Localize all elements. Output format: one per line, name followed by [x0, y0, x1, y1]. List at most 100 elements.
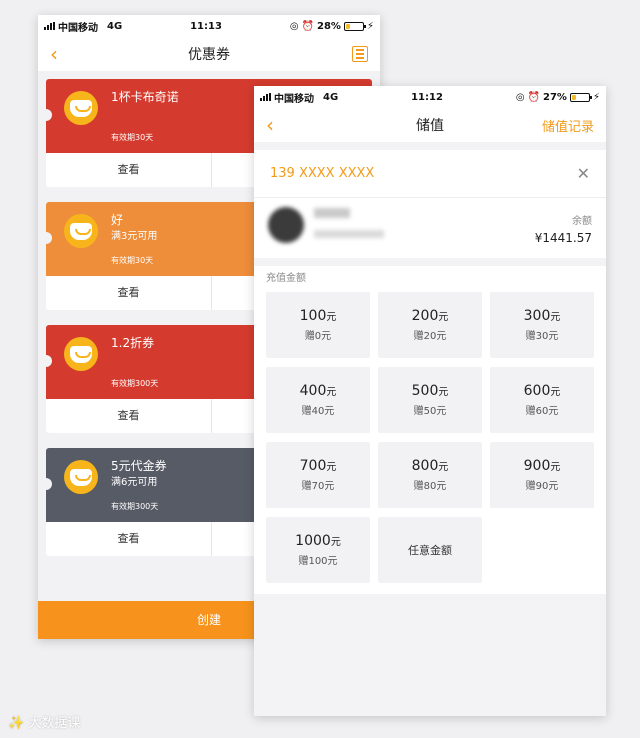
- amount-value: 700元: [300, 458, 337, 474]
- amount-option[interactable]: 200元 赠20元: [378, 292, 482, 358]
- coupon-notch: [40, 478, 52, 490]
- amount-number: 1000: [295, 533, 331, 549]
- topup-record-link[interactable]: 储值记录: [542, 116, 594, 135]
- amount-option[interactable]: 600元赠60元: [490, 367, 594, 433]
- amount-value: 900元: [524, 458, 561, 474]
- blurred-name: [314, 208, 350, 218]
- gift-amount: 赠0元: [304, 331, 332, 342]
- custom-amount-label: 任意金额: [408, 544, 452, 557]
- alarm-icon: ⏰: [301, 20, 315, 32]
- amount-number: 700: [299, 458, 327, 474]
- watermark-logo-icon: ✨: [8, 716, 25, 731]
- view-button[interactable]: 查看: [46, 276, 212, 310]
- coupon-navbar: ‹ 优惠券: [38, 37, 380, 71]
- smiley-icon: [64, 337, 98, 371]
- watermark: ✨ 大数据课: [8, 712, 80, 731]
- status-bar: 中国移动 4G 11:13 ◎ ⏰ 28% ⚡: [38, 15, 380, 37]
- signal-icon: [44, 22, 55, 30]
- amount-option[interactable]: 300元赠30元: [490, 292, 594, 358]
- coupon-validity: 有效期30天: [111, 256, 154, 265]
- gift-amount: 赠70元: [301, 481, 335, 492]
- status-time: 11:13: [190, 20, 222, 32]
- amount-number: 400: [299, 383, 327, 399]
- battery-icon: [569, 92, 592, 102]
- signal-icon: [260, 93, 271, 101]
- amount-label: 充值金额: [266, 273, 306, 284]
- amount-value: 300元: [524, 308, 561, 324]
- topup-screen: 中国移动 4G 11:12 ◎ ⏰ 27% ⚡ ‹ 储值 储值记录 139 XX…: [254, 86, 606, 716]
- coupon-notch: [40, 109, 52, 121]
- gift-amount: 赠40元: [301, 406, 335, 417]
- smiley-icon: [64, 214, 98, 248]
- amount-value: 500元: [412, 383, 449, 399]
- smiley-icon: [64, 460, 98, 494]
- amount-grid: 100元 赠0元 200元 赠20元 300元 赠30元 400元 赠40元 500元 赠50元 6…: [266, 292, 594, 583]
- amount-number: 900: [523, 458, 551, 474]
- amount-value: 600元: [524, 383, 561, 399]
- charging-icon: ⚡: [366, 20, 374, 32]
- amount-option[interactable]: 400元赠40元: [266, 367, 370, 433]
- amount-unit: 元: [438, 462, 449, 473]
- amount-value: 400元: [300, 383, 337, 399]
- location-icon: ◎: [289, 20, 299, 32]
- gift-amount: 赠50元: [413, 406, 447, 417]
- blurred-detail: [314, 230, 384, 238]
- amount-value: 100元: [300, 308, 337, 324]
- member-card: 余额 ¥1441.57: [254, 198, 606, 258]
- gift-amount: 赠30元: [525, 331, 559, 342]
- amount-unit: 元: [438, 312, 449, 323]
- amount-number: 100: [299, 308, 327, 324]
- amount-number: 800: [411, 458, 439, 474]
- coupon-validity: 有效期300天: [111, 502, 159, 511]
- page-title: 优惠券: [188, 47, 230, 63]
- balance-label: 余额: [572, 216, 592, 227]
- amount-section: 充值金额 100元 赠0元 200元 赠20元 300元 赠30元 400元 赠40元 500元…: [254, 266, 606, 594]
- coupon-notch: [40, 232, 52, 244]
- view-button[interactable]: 查看: [46, 399, 212, 433]
- coupon-validity: 有效期30天: [111, 133, 154, 142]
- view-button[interactable]: 查看: [46, 522, 212, 556]
- amount-value: 1000元: [295, 533, 341, 549]
- amount-option[interactable]: 900元 赠90元: [490, 442, 594, 508]
- close-icon[interactable]: ✕: [577, 164, 590, 183]
- amount-number: 300: [523, 308, 551, 324]
- balance-value: ¥1441.57: [534, 231, 592, 245]
- gift-amount: 赠100元: [298, 556, 338, 567]
- avatar: [268, 207, 304, 243]
- amount-number: 200: [411, 308, 439, 324]
- network-type: 4G: [107, 20, 123, 32]
- amount-value: 800元: [412, 458, 449, 474]
- location-icon: ◎: [515, 91, 525, 103]
- gift-amount: 赠60元: [525, 406, 559, 417]
- coupon-validity: 有效期300天: [111, 379, 159, 388]
- amount-unit: 元: [550, 312, 561, 323]
- status-bar: 中国移动 4G 11:12 ◎ ⏰ 27% ⚡: [254, 86, 606, 108]
- back-arrow-icon[interactable]: ‹: [50, 44, 58, 64]
- amount-unit: 元: [326, 462, 337, 473]
- amount-option[interactable]: 100元赠0元: [266, 292, 370, 358]
- amount-unit: 元: [326, 387, 337, 398]
- amount-unit: 元: [438, 387, 449, 398]
- coupon-notch: [40, 355, 52, 367]
- status-time: 11:12: [411, 91, 443, 103]
- carrier-name: 中国移动: [58, 22, 98, 34]
- amount-option[interactable]: 500元赠50元: [378, 367, 482, 433]
- back-arrow-icon[interactable]: ‹: [266, 115, 274, 135]
- battery-icon: [343, 21, 366, 31]
- view-button[interactable]: 查看: [46, 153, 212, 187]
- phone-number-bar: 139 XXXX XXXX ✕: [254, 150, 606, 198]
- amount-option[interactable]: 700元赠70元: [266, 442, 370, 508]
- alarm-icon: ⏰: [527, 91, 541, 103]
- list-icon[interactable]: [352, 46, 368, 62]
- amount-unit: 元: [330, 537, 341, 548]
- amount-option[interactable]: 800元 赠80元: [378, 442, 482, 508]
- network-type: 4G: [323, 91, 339, 103]
- amount-option[interactable]: 1000元赠100元: [266, 517, 370, 583]
- phone-number: 139 XXXX XXXX: [270, 166, 375, 181]
- amount-value: 200元: [412, 308, 449, 324]
- topup-navbar: ‹ 储值 储值记录: [254, 108, 606, 142]
- custom-amount-option[interactable]: 任意金额: [378, 517, 482, 583]
- carrier-name: 中国移动: [274, 93, 314, 105]
- amount-unit: 元: [550, 387, 561, 398]
- amount-unit: 元: [326, 312, 337, 323]
